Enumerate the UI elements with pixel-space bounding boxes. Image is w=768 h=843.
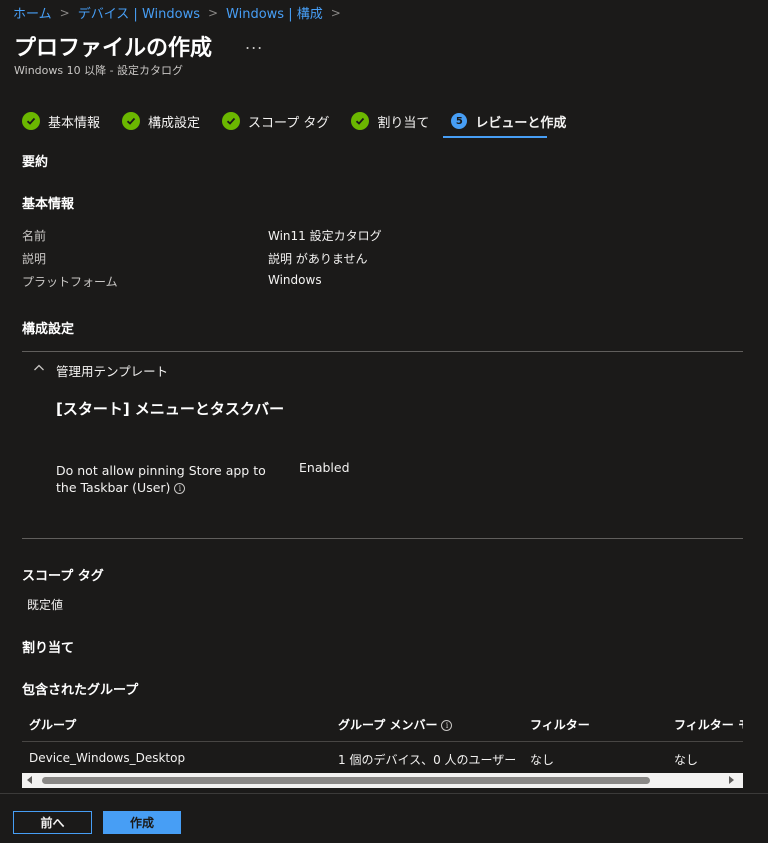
step-label: 構成設定 — [148, 115, 201, 131]
divider — [22, 351, 743, 352]
name-value: Win11 設定カタログ — [268, 229, 382, 243]
column-header-filter-mode[interactable]: フィルター モー — [674, 716, 743, 733]
name-label: 名前 — [22, 229, 47, 243]
checkmark-icon — [222, 112, 241, 130]
admin-templates-group-toggle[interactable]: 管理用テンプレート — [56, 361, 168, 380]
step-basics[interactable]: 基本情報 — [22, 110, 100, 132]
step-label: 基本情報 — [48, 115, 101, 131]
chevron-up-icon[interactable] — [33, 362, 45, 377]
summary-heading: 要約 — [22, 155, 49, 170]
breadcrumb: ホーム > デバイス | Windows > Windows | 構成 > — [13, 3, 349, 23]
basics-heading: 基本情報 — [22, 197, 75, 212]
footer-divider — [0, 793, 768, 794]
column-header-group-members[interactable]: グループ メンバー i — [338, 716, 453, 733]
step-label: レビューと作成 — [475, 115, 567, 131]
step-scope-tags[interactable]: スコープ タグ — [222, 110, 329, 132]
chevron-right-icon: > — [330, 5, 341, 20]
step-review-create[interactable]: 5 レビューと作成 — [451, 110, 566, 132]
page-title: プロファイルの作成 — [14, 36, 213, 61]
step-label: 割り当て — [377, 115, 430, 131]
platform-value: Windows — [268, 273, 322, 287]
column-header-group[interactable]: グループ — [29, 716, 76, 733]
checkmark-icon — [351, 112, 370, 130]
setting-category-title: [スタート] メニューとタスクバー — [56, 400, 285, 418]
table-cell-group: Device_Windows_Desktop — [29, 751, 186, 765]
description-value: 説明 がありません — [268, 252, 368, 266]
scope-tags-heading: スコープ タグ — [22, 569, 104, 584]
table-cell-members: 1 個のデバイス、0 人のユーザー — [338, 753, 517, 767]
column-header-filter[interactable]: フィルター — [530, 716, 590, 733]
step-assignments[interactable]: 割り当て — [351, 110, 429, 132]
assignments-heading: 割り当て — [22, 641, 75, 656]
divider — [22, 538, 743, 539]
included-groups-heading: 包含されたグループ — [22, 683, 139, 698]
checkmark-icon — [122, 112, 141, 130]
setting-value: Enabled — [299, 460, 350, 475]
breadcrumb-home[interactable]: ホーム — [13, 3, 52, 22]
step-configuration[interactable]: 構成設定 — [122, 110, 200, 132]
checkmark-icon — [22, 112, 40, 130]
table-cell-filter: なし — [530, 753, 555, 767]
previous-button[interactable]: 前へ — [13, 811, 92, 834]
info-icon[interactable]: i — [441, 720, 453, 731]
step-label: スコープ タグ — [248, 115, 330, 131]
breadcrumb-windows-config[interactable]: Windows | 構成 — [226, 3, 323, 22]
page-subtitle: Windows 10 以降 - 設定カタログ — [14, 64, 184, 77]
info-icon[interactable]: i — [174, 483, 186, 494]
more-options-button[interactable]: ... — [245, 34, 263, 53]
step-number-badge: 5 — [451, 113, 468, 129]
create-button[interactable]: 作成 — [103, 811, 181, 834]
scrollbar-thumb[interactable] — [42, 777, 650, 784]
scroll-left-icon[interactable] — [27, 776, 32, 784]
setting-name: Do not allow pinning Store app to the Ta… — [56, 462, 286, 496]
active-step-indicator — [443, 136, 547, 138]
wizard-steps: 基本情報 構成設定 スコープ タグ 割り当て 5 レビューと作成 — [22, 110, 588, 132]
configuration-heading: 構成設定 — [22, 322, 75, 337]
table-cell-filter-mode: なし — [674, 753, 699, 767]
column-header-label: グループ メンバー — [338, 718, 438, 732]
chevron-right-icon: > — [59, 5, 70, 20]
platform-label: プラットフォーム — [22, 275, 118, 289]
setting-name-text: Do not allow pinning Store app to the Ta… — [56, 463, 266, 495]
scroll-right-icon[interactable] — [729, 776, 734, 784]
description-label: 説明 — [22, 252, 47, 266]
chevron-right-icon: > — [207, 5, 219, 20]
scope-tag-value: 既定値 — [27, 598, 64, 612]
breadcrumb-devices-windows[interactable]: デバイス | Windows — [78, 3, 200, 22]
table-row-divider — [22, 741, 743, 742]
